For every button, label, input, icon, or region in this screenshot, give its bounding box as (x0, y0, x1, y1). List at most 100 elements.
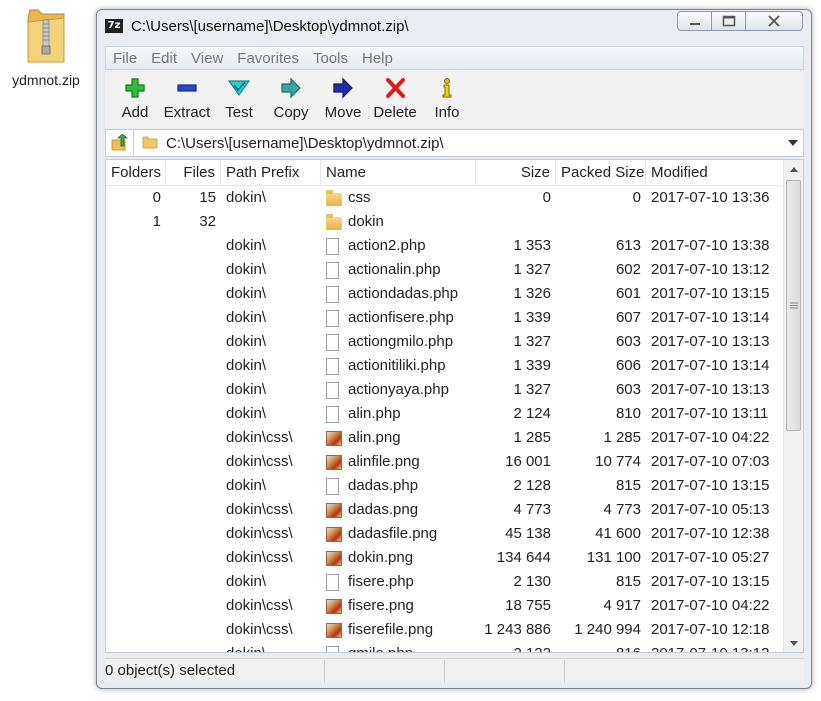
table-row[interactable]: dokin\ actionalin.php 1 327 602 2017-07-10 1… (106, 258, 782, 282)
file-icon (326, 261, 339, 279)
info-button[interactable]: Info (421, 72, 473, 121)
close-button[interactable] (745, 11, 803, 31)
cell-packed-size: 606 (615, 357, 641, 374)
add-button[interactable]: Add (109, 72, 161, 121)
column-name[interactable]: Name (321, 160, 476, 186)
cell-folders (106, 282, 166, 306)
info-label: Info (434, 104, 460, 121)
table-row[interactable]: dokin\css\ alinfile.png 16 001 10 774 2017-0… (106, 450, 782, 474)
table-row[interactable]: dokin\css\ fisere.png 18 755 4 917 2017-07-1… (106, 594, 782, 618)
maximize-button[interactable] (711, 11, 745, 31)
table-row[interactable]: dokin\ fisere.php 2 130 815 2017-07-10 13:15 (106, 570, 782, 594)
scroll-down-button[interactable] (784, 634, 803, 652)
cell-name: actionfisere.php (321, 306, 476, 330)
archive-window: 7z C:\Users\[username]\Desktop\ydmnot.zi… (96, 9, 812, 689)
table-row[interactable]: dokin\css\ dadas.png 4 773 4 773 2017-07-10 … (106, 498, 782, 522)
cell-modified: 2017-07-10 13:15 (651, 477, 770, 494)
file-name: alin.png (348, 429, 401, 446)
vertical-scrollbar[interactable] (783, 160, 803, 652)
cell-folders (106, 642, 166, 652)
file-name: alin.php (348, 405, 401, 422)
cell-files (166, 522, 221, 546)
cell-files (166, 378, 221, 402)
cell-modified: 2017-07-10 13:12 (651, 261, 770, 278)
table-row[interactable]: dokin\ actiongmilo.php 1 327 603 2017-07-10 … (106, 330, 782, 354)
table-row[interactable]: dokin\ actionfisere.php 1 339 607 2017-07-10… (106, 306, 782, 330)
delete-x-icon (383, 76, 407, 100)
minimize-button[interactable] (677, 11, 711, 31)
cell-path-prefix: dokin\css\ (226, 597, 293, 614)
file-icon (326, 573, 339, 591)
file-icon (326, 285, 339, 303)
table-row[interactable]: dokin\ actionitiliki.php 1 339 606 2017-07-1… (106, 354, 782, 378)
extract-button[interactable]: Extract (161, 72, 213, 121)
cell-modified: 2017-07-10 05:13 (651, 501, 770, 518)
cell-modified: 2017-07-10 13:38 (651, 237, 770, 254)
cell-folders (106, 402, 166, 426)
cell-packed-size: 603 (615, 333, 641, 350)
cell-name: alinfile.png (321, 450, 476, 474)
test-button[interactable]: Test (213, 72, 265, 121)
status-panel-3 (445, 659, 565, 682)
move-button[interactable]: Move (317, 72, 369, 121)
file-name: actionyaya.php (348, 381, 449, 398)
menu-bar: File Edit View Favorites Tools Help (105, 46, 804, 70)
menu-view[interactable]: View (184, 50, 230, 67)
cell-size: 1 326 (513, 285, 551, 302)
menu-file[interactable]: File (106, 50, 144, 67)
table-row[interactable]: dokin\css\ fiserefile.png 1 243 886 1 240 9… (106, 618, 782, 642)
table-row[interactable]: dokin\ gmilo.php 2 1228162017-07-10 13:12 (106, 642, 782, 652)
copy-button[interactable]: Copy (265, 72, 317, 121)
address-dropdown-button[interactable] (783, 138, 803, 149)
address-path-field[interactable]: C:\Users\[username]\Desktop\ydmnot.zip\ (166, 135, 783, 152)
table-row[interactable]: 1 32 dokin (106, 210, 782, 234)
file-name: actiongmilo.php (348, 333, 454, 350)
folder-icon (326, 213, 342, 230)
cell-size: 134 644 (496, 549, 551, 566)
table-row[interactable]: dokin\css\ dokin.png 134 644 131 100 2017-07… (106, 546, 782, 570)
column-modified[interactable]: Modified (646, 160, 782, 186)
delete-label: Delete (373, 104, 417, 121)
table-row[interactable]: dokin\ action2.php 1 353 613 2017-07-10 13:3… (106, 234, 782, 258)
cell-name: gmilo.php (321, 642, 476, 652)
table-row[interactable]: dokin\ alin.php 2 124 810 2017-07-10 13:11 (106, 402, 782, 426)
cell-size: 2 124 (513, 405, 551, 422)
file-name: fisere.php (348, 573, 414, 590)
cell-packed-size (556, 210, 646, 234)
test-check-icon (227, 76, 251, 100)
delete-button[interactable]: Delete (369, 72, 421, 121)
file-name: actionfisere.php (348, 309, 454, 326)
file-icon (326, 381, 339, 399)
file-name: dadas.php (348, 477, 419, 494)
status-selected: 0 object(s) selected (105, 659, 325, 682)
table-row[interactable]: dokin\css\ alin.png 1 285 1 285 2017-07-10 0… (106, 426, 782, 450)
column-files[interactable]: Files (166, 160, 221, 186)
zip-folder-icon (24, 8, 68, 66)
cell-path-prefix: dokin\ (226, 285, 267, 302)
title-bar[interactable]: 7z C:\Users\[username]\Desktop\ydmnot.zi… (97, 10, 811, 43)
desktop-zip-icon[interactable]: ydmnot.zip (6, 8, 86, 88)
up-folder-button[interactable] (106, 130, 134, 156)
menu-tools[interactable]: Tools (306, 50, 355, 67)
menu-edit[interactable]: Edit (144, 50, 184, 67)
table-row[interactable]: 0 15 dokin\ css 0 0 2017-07-10 13:36 (106, 186, 782, 210)
column-path-prefix[interactable]: Path Prefix (221, 160, 321, 186)
scrollbar-thumb[interactable] (786, 180, 801, 431)
folder-icon (326, 189, 342, 206)
menu-favorites[interactable]: Favorites (230, 50, 306, 67)
table-row[interactable]: dokin\ dadas.php 2 128 815 2017-07-10 13:15 (106, 474, 782, 498)
table-row[interactable]: dokin\css\ dadasfile.png 45 138 41 600 2017-… (106, 522, 782, 546)
file-name: actionalin.php (348, 261, 441, 278)
column-folders[interactable]: Folders (106, 160, 166, 186)
cell-size: 2 128 (513, 477, 551, 494)
image-file-icon (326, 550, 342, 566)
cell-folders (106, 618, 166, 642)
column-packed-size[interactable]: Packed Size (556, 160, 646, 186)
folder-icon (142, 134, 158, 153)
column-size[interactable]: Size (476, 160, 556, 186)
table-row[interactable]: dokin\ actionyaya.php 1 327 603 2017-07-10 1… (106, 378, 782, 402)
image-file-icon (326, 430, 342, 446)
table-row[interactable]: dokin\ actiondadas.php 1 326 601 2017-07-10 … (106, 282, 782, 306)
menu-help[interactable]: Help (355, 50, 400, 67)
scroll-up-button[interactable] (784, 160, 803, 178)
